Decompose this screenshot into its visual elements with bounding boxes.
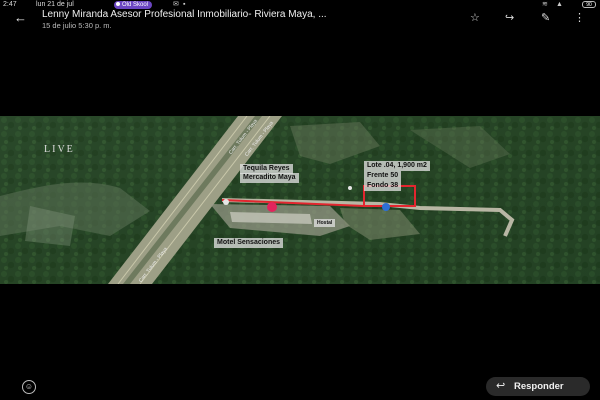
lot-label: Lote .04, 1,900 m2 <box>364 161 430 171</box>
star-icon[interactable]: ☆ <box>470 11 480 24</box>
message-footer: ☺ ↩ Responder <box>0 374 600 400</box>
reply-label: Responder <box>514 381 564 392</box>
reply-button[interactable]: ↩ Responder <box>486 377 590 396</box>
forward-icon[interactable]: ↪ <box>505 11 514 24</box>
sender-title: Lenny Miranda Asesor Profesional Inmobil… <box>42 9 327 20</box>
message-header: ← Lenny Miranda Asesor Profesional Inmob… <box>0 8 600 34</box>
battery-icon: 90 <box>582 1 596 8</box>
edit-icon[interactable]: ✎ <box>541 11 550 24</box>
live-logo-text: LIVE <box>44 144 75 155</box>
emoji-icon[interactable]: ☺ <box>22 380 36 394</box>
message-timestamp: 15 de julio 5:30 p. m. <box>42 21 112 30</box>
depth-label: Fondo 38 <box>364 181 402 191</box>
mercado-label: Mercadito Maya <box>240 173 299 183</box>
reply-icon: ↩ <box>496 380 506 392</box>
live-logo: LIVE <box>24 134 102 156</box>
more-vert-icon[interactable]: ⋮ <box>574 11 585 24</box>
arrow-left-icon[interactable]: ← <box>14 10 27 25</box>
pill-dot-icon <box>116 2 120 6</box>
small-sign-label: Hostal <box>314 219 336 227</box>
front-label: Frente 50 <box>364 171 402 181</box>
motel-label: Motel Sensaciones <box>214 238 284 248</box>
satellite-image[interactable]: LIVE Lote .04, 1,900 m2 Frente 50 Fondo … <box>0 116 600 284</box>
